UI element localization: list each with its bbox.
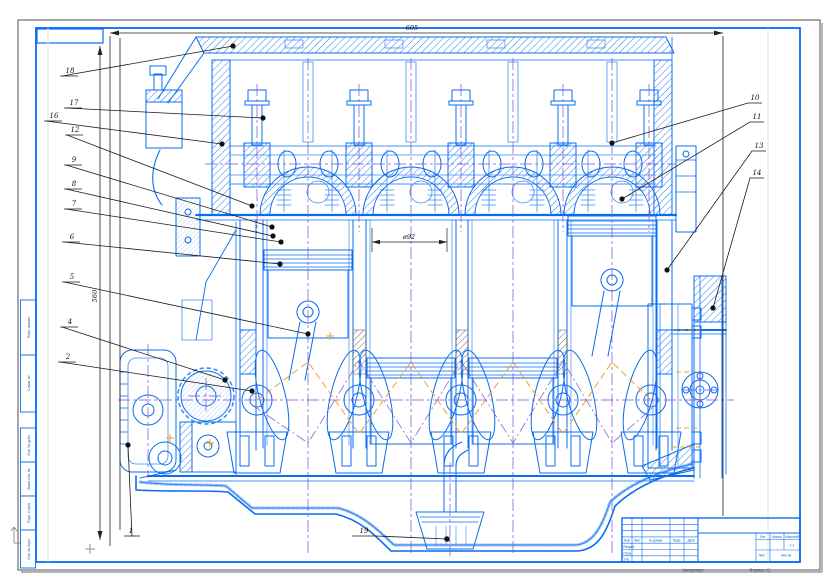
drawing-page: Перв. примен. Справ. № Инв. № дубл. Взам… xyxy=(0,0,834,580)
callout-label: 11 xyxy=(753,113,762,121)
tb-scale-value: 1:1 xyxy=(790,544,795,548)
callout-label: 17 xyxy=(70,99,79,107)
dim-top-value: 605 xyxy=(406,24,418,32)
tb-scale-label: Масштаб xyxy=(785,535,799,539)
dim-bore-value: ø92 xyxy=(402,233,415,241)
footer-copy-label: Копировал xyxy=(683,568,705,573)
callout-label: 13 xyxy=(755,142,764,150)
margin-box-label: Перв. примен. xyxy=(27,316,31,339)
tb-col-podp: Подп. xyxy=(673,539,682,543)
callout-label: 19 xyxy=(360,527,369,535)
top-left-stamp-box xyxy=(37,29,103,43)
margin-box-label: Взам. инв. № xyxy=(27,468,31,489)
tb-sheet: Лист xyxy=(759,554,766,558)
footer-format-label: Формат A2 xyxy=(749,568,771,573)
callout-label: 6 xyxy=(70,233,75,241)
callout-label: 10 xyxy=(751,94,760,102)
callout-label: 2 xyxy=(65,353,71,361)
callout-label: 7 xyxy=(72,200,77,208)
callout-label: 9 xyxy=(72,156,77,164)
tb-col-list: Лист xyxy=(634,539,641,543)
cad-sheet-canvas[interactable]: Перв. примен. Справ. № Инв. № дубл. Взам… xyxy=(0,0,834,580)
margin-box-label: Инв. № дубл. xyxy=(27,434,31,455)
callout-label: 16 xyxy=(50,112,59,120)
dim-left-value: 560 xyxy=(91,290,99,302)
tb-mass: Масса xyxy=(772,535,782,539)
tb-lit: Лит. xyxy=(760,535,766,539)
margin-box-label: Справ. № xyxy=(27,375,31,391)
callout-label: 12 xyxy=(71,126,80,134)
callout-label: 8 xyxy=(72,180,77,188)
tb-sheets: Листов xyxy=(781,554,792,558)
tb-row-razrab: Разраб. xyxy=(624,545,636,549)
margin-box-label: Подп. и дата xyxy=(27,503,31,523)
callout-label: 1 xyxy=(129,527,133,535)
margin-column: Перв. примен. Справ. № Инв. № дубл. Взам… xyxy=(21,300,36,568)
tb-col-data: Дата xyxy=(687,539,694,543)
margin-box-label: Инв. № подл. xyxy=(27,538,31,559)
tb-col-izm: Изм xyxy=(624,539,630,543)
tb-row-prov: Пров. xyxy=(624,551,633,555)
callout-label: 5 xyxy=(70,273,75,281)
tb-col-dokum: № докум. xyxy=(649,539,663,543)
tb-row-utv: Утв. xyxy=(624,558,630,562)
callout-label: 18 xyxy=(66,67,75,75)
callout-label: 4 xyxy=(67,318,72,326)
callout-label: 14 xyxy=(753,169,762,177)
